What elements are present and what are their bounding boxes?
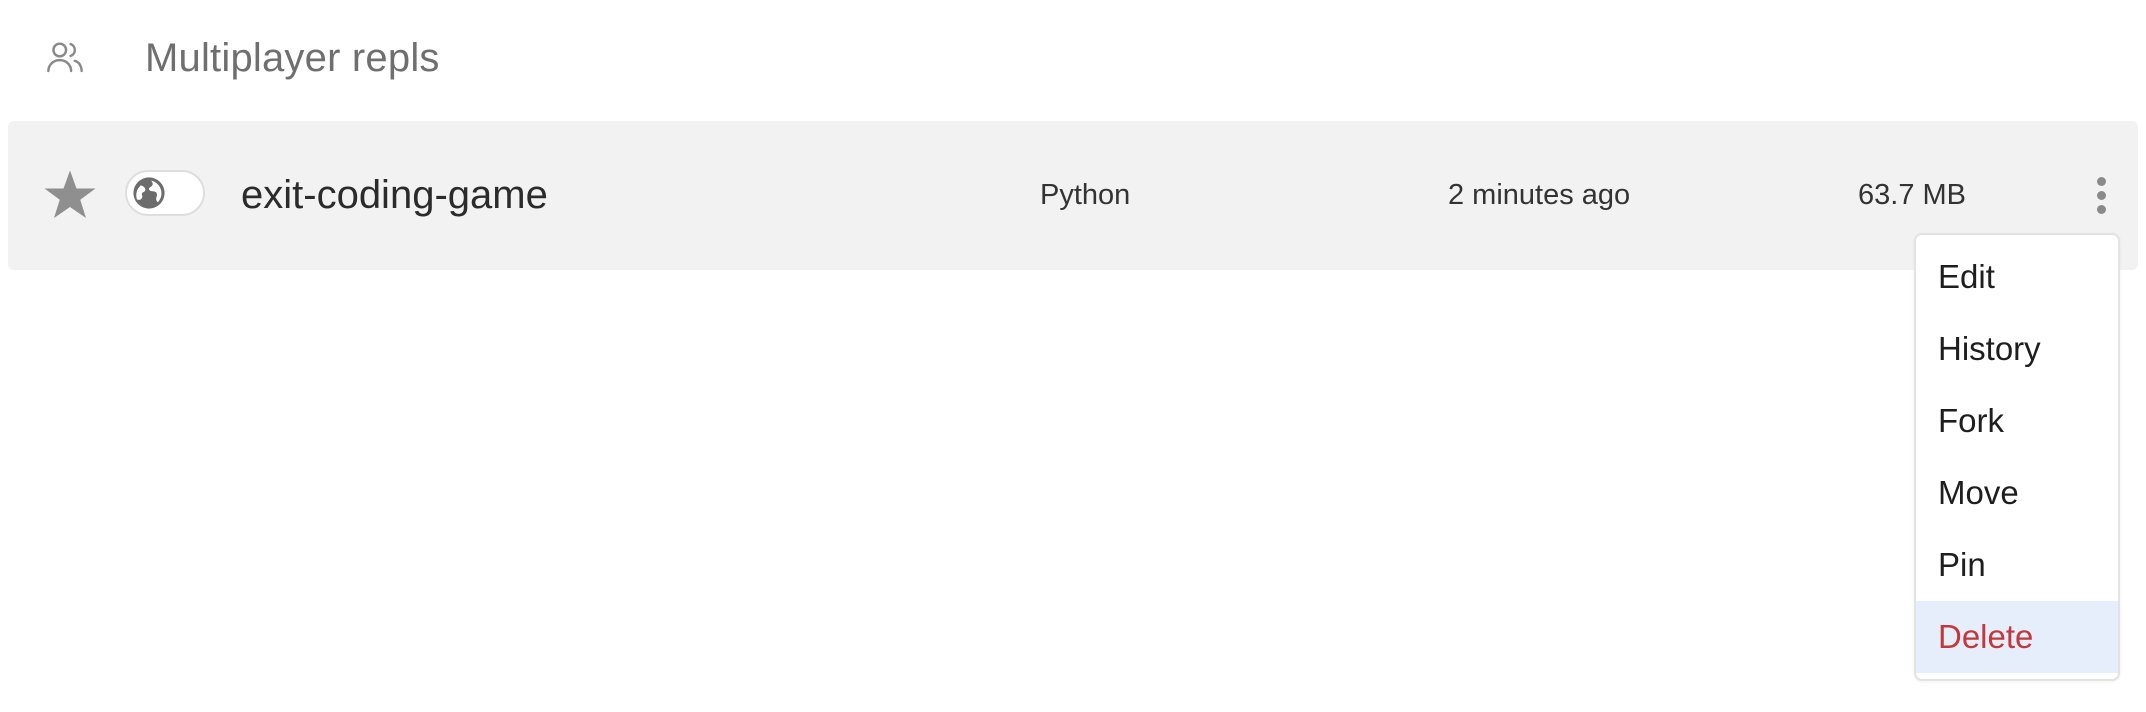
users-icon bbox=[47, 42, 83, 73]
menu-dot bbox=[2097, 205, 2106, 214]
privacy-toggle[interactable] bbox=[125, 170, 205, 216]
menu-item-edit[interactable]: Edit bbox=[1916, 241, 2118, 313]
more-vertical-icon[interactable] bbox=[2087, 171, 2117, 219]
globe-icon bbox=[133, 177, 165, 209]
menu-item-history[interactable]: History bbox=[1916, 313, 2118, 385]
repl-name[interactable]: exit-coding-game bbox=[241, 165, 548, 225]
repl-actions-menu: Edit History Fork Move Pin Delete bbox=[1914, 233, 2120, 681]
menu-item-delete[interactable]: Delete bbox=[1916, 601, 2118, 673]
repl-size: 63.7 MB bbox=[1858, 179, 1966, 211]
repl-modified-time: 2 minutes ago bbox=[1448, 179, 1631, 211]
repl-language: Python bbox=[1040, 179, 1131, 211]
section-title: Multiplayer repls bbox=[145, 36, 440, 80]
menu-dot bbox=[2097, 177, 2106, 186]
repl-row[interactable]: exit-coding-game Python 2 minutes ago 63… bbox=[8, 121, 2138, 270]
repls-page: Multiplayer repls exit-coding-game Pytho… bbox=[0, 0, 2146, 712]
menu-item-pin[interactable]: Pin bbox=[1916, 529, 2118, 601]
section-header: Multiplayer repls bbox=[0, 0, 2146, 118]
menu-item-fork[interactable]: Fork bbox=[1916, 385, 2118, 457]
menu-dot bbox=[2097, 191, 2106, 200]
menu-item-move[interactable]: Move bbox=[1916, 457, 2118, 529]
star-icon[interactable] bbox=[40, 165, 100, 225]
